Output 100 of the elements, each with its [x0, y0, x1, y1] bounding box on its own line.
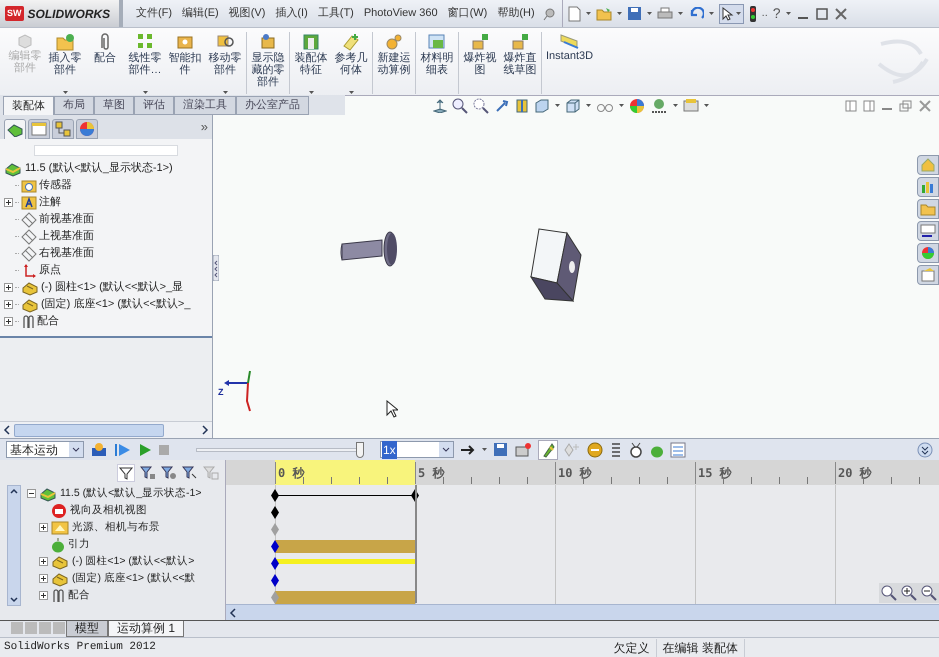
motor-icon[interactable]: [514, 442, 532, 458]
help-button[interactable]: ?: [772, 3, 781, 24]
tree-item[interactable]: 注解: [39, 194, 61, 211]
tree-item[interactable]: 上视基准面: [39, 228, 94, 245]
cube-icon[interactable]: [565, 98, 581, 114]
tile-left-icon[interactable]: [845, 100, 857, 112]
color-ball-icon[interactable]: [629, 98, 645, 114]
save-icon[interactable]: [626, 6, 642, 21]
scroll-down-icon[interactable]: [10, 597, 18, 603]
filter-selected-icon[interactable]: [182, 464, 198, 480]
motion-tree-item[interactable]: 光源、相机与布景: [72, 520, 160, 536]
caret-icon[interactable]: [586, 104, 591, 107]
gear-icon[interactable]: [384, 32, 404, 52]
explode-icon[interactable]: [510, 32, 530, 52]
command-tab[interactable]: 布局: [54, 96, 94, 115]
zoom-fit-icon[interactable]: [881, 585, 897, 601]
list-icon[interactable]: [920, 224, 936, 238]
feature-icon[interactable]: [301, 32, 321, 52]
tree-item[interactable]: (固定) 底座<1> (默认<<默认>_: [41, 296, 190, 313]
motion-tree-item[interactable]: (-) 圆柱<1> (默认<<默认>: [72, 554, 194, 570]
keyframe-icon[interactable]: [270, 557, 280, 570]
ribbon-command[interactable]: 材料明细表: [415, 32, 456, 94]
expand-toggle[interactable]: [4, 283, 13, 292]
keyframe-icon[interactable]: [410, 489, 420, 502]
more-glyph[interactable]: ..: [762, 5, 768, 22]
panel-tab[interactable]: [28, 119, 50, 139]
zoom-out-icon[interactable]: [921, 585, 937, 601]
tree-item[interactable]: 前视基准面: [39, 211, 94, 228]
scroll-right-icon[interactable]: [200, 425, 210, 435]
expand-toggle[interactable]: [4, 300, 13, 309]
command-tab[interactable]: 草图: [94, 96, 134, 115]
caret-icon[interactable]: [482, 448, 487, 451]
menu-item[interactable]: 插入(I): [272, 5, 311, 22]
ribbon-command[interactable]: 参考几何体: [332, 32, 370, 94]
zoom-area-icon[interactable]: [473, 98, 489, 114]
undo-icon[interactable]: [688, 6, 704, 20]
tree-item[interactable]: 配合: [37, 313, 59, 330]
tree-item[interactable]: (-) 圆柱<1> (默认<<默认>_显: [41, 279, 184, 296]
keyframe-icon[interactable]: [270, 540, 280, 553]
scene-icon[interactable]: [650, 98, 668, 114]
study-tab[interactable]: 模型: [66, 621, 108, 637]
expand-glyph[interactable]: »: [200, 116, 208, 136]
damper-icon[interactable]: [610, 442, 622, 458]
tile-right-icon[interactable]: [863, 100, 875, 112]
tree-item[interactable]: 右视基准面: [39, 245, 94, 262]
panel-tab[interactable]: [4, 119, 26, 139]
new-document-icon[interactable]: [568, 6, 581, 22]
normal-to-icon[interactable]: [433, 98, 447, 112]
ribbon-command[interactable]: 显示隐藏的零部件: [246, 32, 287, 94]
caret-icon[interactable]: [646, 12, 652, 15]
collapse-icon[interactable]: [917, 442, 933, 458]
horizontal-scrollbar[interactable]: [226, 604, 939, 620]
command-tab[interactable]: 渲染工具: [174, 96, 236, 115]
menu-item[interactable]: 工具(T): [314, 5, 357, 22]
ribbon-command[interactable]: 插入零部件: [46, 32, 84, 94]
caret-icon[interactable]: [555, 104, 560, 107]
caret-icon[interactable]: [704, 104, 709, 107]
traffic-light-icon[interactable]: [748, 6, 757, 22]
play-icon[interactable]: [138, 442, 152, 458]
zoom-in-icon[interactable]: [901, 585, 917, 601]
menu-item[interactable]: 编辑(E): [179, 5, 222, 22]
section-view-icon[interactable]: [515, 98, 529, 114]
caret-icon[interactable]: [619, 104, 624, 107]
motion-tree-item[interactable]: 11.5 (默认<默认_显示状态-1>: [60, 486, 202, 502]
ribbon-command[interactable]: 线性零部件…: [126, 32, 164, 94]
command-tab[interactable]: 装配体: [3, 96, 54, 115]
vertical-scrollbar[interactable]: [7, 485, 21, 606]
zoom-fit-icon[interactable]: [452, 98, 468, 114]
motion-tree-item[interactable]: 引力: [68, 536, 90, 552]
results-icon[interactable]: [670, 442, 686, 458]
printer-icon[interactable]: [656, 6, 673, 20]
menu-item[interactable]: 视图(V): [226, 5, 268, 22]
expand-toggle[interactable]: [39, 591, 48, 600]
ribbon-command[interactable]: 新建运动算例: [372, 32, 413, 94]
scroll-left-icon[interactable]: [228, 608, 238, 618]
caret-icon[interactable]: [786, 12, 791, 15]
ribbon-command[interactable]: 爆炸直线草图: [501, 32, 539, 94]
restore-icon[interactable]: [899, 100, 913, 112]
slider-thumb[interactable]: [356, 442, 364, 458]
caret-icon[interactable]: [586, 12, 591, 15]
previous-view-icon[interactable]: [494, 98, 510, 114]
close-icon[interactable]: [834, 6, 848, 20]
ribbon-command[interactable]: 智能扣件: [166, 32, 204, 94]
ribbon-command[interactable]: 装配体特征: [289, 32, 330, 94]
ribbon-command[interactable]: Instant3D: [541, 32, 596, 94]
filter-icon[interactable]: [119, 466, 133, 480]
explode-icon[interactable]: [470, 32, 490, 52]
spring-icon[interactable]: [586, 440, 604, 458]
expand-toggle[interactable]: [39, 523, 48, 532]
expand-toggle[interactable]: [27, 489, 36, 498]
caret-icon[interactable]: [616, 12, 622, 15]
folder-icon[interactable]: [55, 32, 75, 52]
menu-item[interactable]: 帮助(H): [494, 5, 538, 22]
play-from-start-icon[interactable]: [114, 442, 132, 458]
caret-icon[interactable]: [678, 12, 683, 15]
horizontal-scrollbar[interactable]: [0, 421, 212, 438]
motion-tree-item[interactable]: 配合: [68, 588, 90, 604]
study-type-dropdown[interactable]: 基本运动: [6, 441, 84, 458]
splitter-grip-icon[interactable]: [213, 255, 219, 281]
study-tab[interactable]: 运动算例 1: [108, 621, 184, 637]
